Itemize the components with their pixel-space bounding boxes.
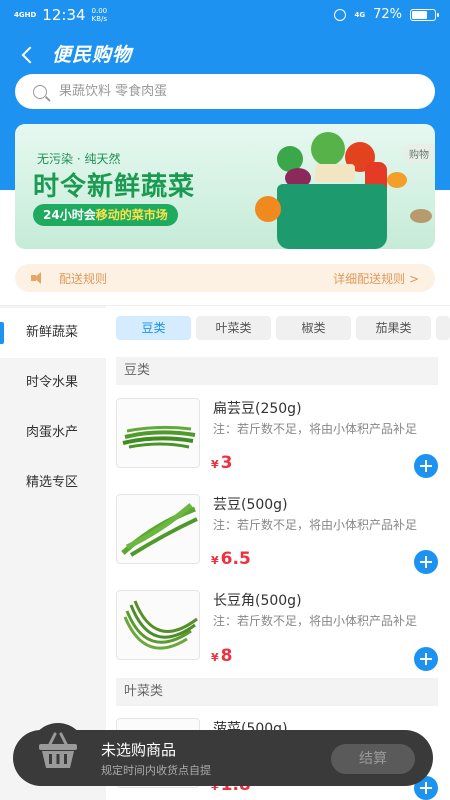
product-price: ¥3 bbox=[211, 453, 233, 473]
network-indicator: 4GHD bbox=[14, 10, 37, 19]
search-input[interactable] bbox=[59, 84, 379, 99]
banner-pill-highlight: 移动的菜市场 bbox=[95, 208, 168, 222]
product-image-flat-bean[interactable] bbox=[116, 398, 200, 468]
status-bar: 4GHD 12:34 0.00 KB/s 4G 72% bbox=[0, 0, 450, 30]
sidebar-item-fresh-vegetables[interactable]: 新鲜蔬菜 bbox=[0, 308, 106, 358]
banner-pill-prefix: 24小时会 bbox=[43, 208, 96, 222]
banner-tagline: 无污染 · 纯天然 bbox=[37, 152, 121, 166]
product-name: 长豆角(500g) bbox=[213, 593, 302, 609]
product-note: 注：若斤数不足，将由小体积产品补足 bbox=[213, 614, 418, 628]
cart-bar: 未选购商品 规定时间内收货点自提 结算 bbox=[13, 723, 433, 786]
back-arrow-icon[interactable] bbox=[16, 40, 40, 68]
sidebar-item-seasonal-fruit[interactable]: 时令水果 bbox=[0, 358, 106, 408]
alarm-icon bbox=[334, 8, 347, 21]
signal-4g-icon: 4G bbox=[354, 10, 366, 19]
product-price: ¥6.5 bbox=[211, 549, 251, 569]
product-image-long-bean[interactable] bbox=[116, 590, 200, 660]
top-nav: 便民购物 bbox=[0, 34, 450, 74]
battery-icon bbox=[410, 8, 439, 21]
checkout-button[interactable]: 结算 bbox=[331, 744, 415, 774]
tab-beans[interactable]: 豆类 bbox=[116, 316, 191, 340]
status-time: 12:34 bbox=[42, 6, 86, 24]
tab-more-overflow[interactable] bbox=[436, 316, 450, 340]
delivery-rules-bar[interactable]: 配送规则 详细配送规则 > bbox=[15, 264, 435, 292]
product-note: 注：若斤数不足，将由小体积产品补足 bbox=[213, 518, 418, 532]
product-image-kidney-bean[interactable] bbox=[116, 494, 200, 564]
page-title: 便民购物 bbox=[52, 44, 133, 66]
search-bar[interactable] bbox=[15, 74, 435, 109]
sidebar-item-selected-zone[interactable]: 精选专区 bbox=[0, 458, 106, 508]
speaker-icon bbox=[31, 272, 45, 284]
product-name: 扁芸豆(250g) bbox=[213, 401, 302, 417]
bread-shape bbox=[315, 164, 355, 182]
tab-leafy-greens[interactable]: 叶菜类 bbox=[196, 316, 271, 340]
section-header-beans: 豆类 bbox=[116, 357, 438, 385]
product-note: 注：若斤数不足，将由小体积产品补足 bbox=[213, 422, 418, 436]
delivery-rules-label: 配送规则 bbox=[59, 272, 108, 286]
delivery-rules-detail-link[interactable]: 详细配送规则 > bbox=[333, 270, 419, 287]
banner-pill: 24小时会移动的菜市场 bbox=[33, 204, 178, 226]
product-price: ¥8 bbox=[211, 646, 233, 666]
banner-corner-label: 购物 bbox=[403, 144, 435, 163]
shopping-basket-icon[interactable] bbox=[27, 720, 89, 782]
add-to-cart-button[interactable] bbox=[414, 550, 438, 574]
add-to-cart-button[interactable] bbox=[414, 454, 438, 478]
tab-solanaceous[interactable]: 茄果类 bbox=[356, 316, 431, 340]
add-to-cart-button[interactable] bbox=[414, 647, 438, 671]
search-icon bbox=[33, 84, 47, 99]
cart-status-title: 未选购商品 bbox=[101, 741, 177, 759]
shopping-bag-shape bbox=[277, 184, 387, 249]
banner-headline: 时令新鲜蔬菜 bbox=[33, 172, 196, 202]
sidebar-item-meat-eggs-seafood[interactable]: 肉蛋水产 bbox=[0, 408, 106, 458]
product-name: 芸豆(500g) bbox=[213, 497, 288, 513]
cabbage-shape bbox=[311, 132, 345, 166]
section-header-leafy-greens: 叶菜类 bbox=[116, 678, 438, 706]
battery-percent: 72% bbox=[373, 7, 402, 22]
mushroom-shape bbox=[410, 209, 432, 223]
orange-shape bbox=[387, 172, 407, 188]
promo-banner[interactable]: 无污染 · 纯天然 时令新鲜蔬菜 24小时会移动的菜市场 购物 bbox=[15, 124, 435, 249]
pumpkin-shape bbox=[255, 196, 281, 222]
network-speed: 0.00 KB/s bbox=[91, 7, 108, 23]
cart-status-subtitle: 规定时间内收货点自提 bbox=[101, 764, 211, 777]
tab-peppers[interactable]: 椒类 bbox=[276, 316, 351, 340]
battery-fill bbox=[412, 10, 428, 19]
